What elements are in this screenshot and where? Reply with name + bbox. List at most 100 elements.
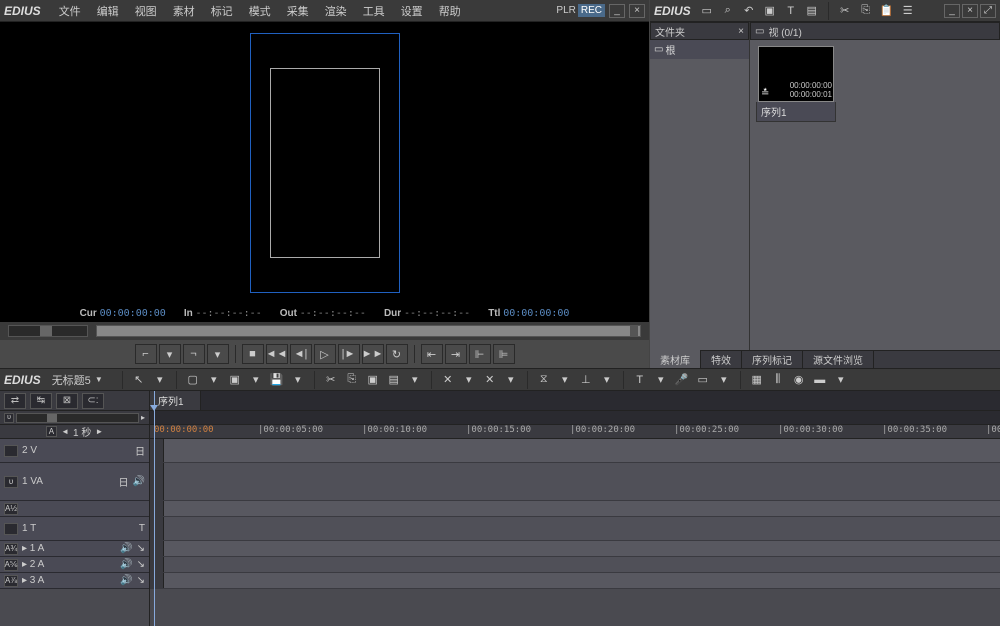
menu-marker[interactable]: 标记 xyxy=(205,1,239,21)
track-badge[interactable] xyxy=(4,523,18,535)
timeline-content[interactable]: 序列1 00:00:00:00|00:00:05:00|00:00:10:00|… xyxy=(150,391,1000,626)
ripple-del-icon[interactable]: ✕ xyxy=(481,372,499,388)
menu-view[interactable]: 视图 xyxy=(129,1,163,21)
new-folder-icon[interactable]: ▣ xyxy=(761,3,779,19)
close-button[interactable]: × xyxy=(629,4,645,18)
paste-icon[interactable]: 📋 xyxy=(878,3,896,19)
text-icon[interactable]: T xyxy=(782,3,800,19)
copy-icon[interactable]: ⎘ xyxy=(343,372,361,388)
track-lane[interactable] xyxy=(150,517,1000,541)
delete-icon[interactable]: ✕ xyxy=(439,372,457,388)
track-lane[interactable] xyxy=(150,439,1000,463)
track-lane[interactable] xyxy=(150,557,1000,573)
menu-help[interactable]: 帮助 xyxy=(433,1,467,21)
search-icon[interactable]: ⌕ xyxy=(719,3,737,19)
folder-tab-close[interactable]: × xyxy=(738,26,744,37)
next-frame-button[interactable]: |► xyxy=(338,344,360,364)
track-header[interactable]: A⅚▸ 2 A🔊↘ xyxy=(0,557,149,573)
loop-button[interactable]: ↻ xyxy=(386,344,408,364)
track-header[interactable]: 1 TT xyxy=(0,517,149,541)
menu-file[interactable]: 文件 xyxy=(53,1,87,21)
mode-sync[interactable]: ⊠ xyxy=(56,393,78,409)
track-header[interactable]: A⅞▸ 3 A🔊↘ xyxy=(0,573,149,589)
replace-icon[interactable]: ▤ xyxy=(385,372,403,388)
mode-overwrite[interactable]: ↹ xyxy=(30,393,52,409)
dropdown[interactable]: ▾ xyxy=(406,372,424,388)
tree-root[interactable]: ▭ 根 xyxy=(650,40,749,59)
trim-icon[interactable]: ⊥ xyxy=(577,372,595,388)
ruler-marker-row[interactable] xyxy=(150,411,1000,425)
cut-icon[interactable]: ✂ xyxy=(836,3,854,19)
ripple-button[interactable]: ⊩ xyxy=(469,344,491,364)
rewind-button[interactable]: ◄◄ xyxy=(266,344,288,364)
scale-badge[interactable]: υ xyxy=(4,413,14,423)
track-badge[interactable] xyxy=(4,445,18,457)
dropdown-out[interactable]: ▾ xyxy=(207,344,229,364)
shuttle-slider[interactable] xyxy=(8,325,88,337)
folder-icon[interactable]: ▭ xyxy=(698,3,716,19)
track-badge[interactable]: A¾ xyxy=(4,543,18,555)
scale-slider[interactable] xyxy=(16,413,139,423)
mode-ripple[interactable]: ⊂: xyxy=(82,393,104,409)
menu-edit[interactable]: 编辑 xyxy=(91,1,125,21)
preview-viewport[interactable] xyxy=(0,22,649,304)
project-title[interactable]: 无标题5▼ xyxy=(52,372,103,388)
menu-settings[interactable]: 设置 xyxy=(395,1,429,21)
dur-value[interactable]: --:--:--:-- xyxy=(404,308,470,319)
bin-minimize[interactable]: _ xyxy=(944,4,960,18)
clip-item[interactable]: ≛ 00:00:00:00 00:00:00:01 序列1 xyxy=(756,46,836,122)
menu-capture[interactable]: 采集 xyxy=(281,1,315,21)
menu-mode[interactable]: 模式 xyxy=(243,1,277,21)
tab-markers[interactable]: 序列标记 xyxy=(742,350,803,369)
clip-label[interactable]: 序列1 xyxy=(756,102,836,122)
track-header[interactable]: A¾▸ 1 A🔊↘ xyxy=(0,541,149,557)
menu-clip[interactable]: 素材 xyxy=(167,1,201,21)
track-badge[interactable]: A⅞ xyxy=(4,575,18,587)
scale-fit[interactable]: ▸ xyxy=(141,413,145,422)
monitor-icon[interactable]: ▭ xyxy=(694,372,712,388)
mixer-icon[interactable]: ⫼ xyxy=(769,372,787,388)
dropdown[interactable]: ▾ xyxy=(832,372,850,388)
tab-browser[interactable]: 源文件浏览 xyxy=(803,350,874,369)
track-lane[interactable] xyxy=(150,463,1000,501)
fforward-button[interactable]: ►► xyxy=(362,344,384,364)
out-value[interactable]: --:--:--:-- xyxy=(300,308,366,319)
track-lane[interactable] xyxy=(150,501,1000,517)
set-in-button[interactable]: ⌐ xyxy=(135,344,157,364)
save-icon[interactable]: 💾 xyxy=(268,372,286,388)
bin-close[interactable]: × xyxy=(962,4,978,18)
menu-render[interactable]: 渲染 xyxy=(319,1,353,21)
in-value[interactable]: --:--:--:-- xyxy=(195,308,261,319)
time-unit-label[interactable]: 1 秒 xyxy=(73,424,91,439)
dropdown[interactable]: ▾ xyxy=(715,372,733,388)
minimize-button[interactable]: _ xyxy=(609,4,625,18)
track-badge[interactable]: A⅚ xyxy=(4,559,18,571)
playhead[interactable] xyxy=(154,391,155,626)
overwrite-button[interactable]: ⊫ xyxy=(493,344,515,364)
tab-library[interactable]: 素材库 xyxy=(650,350,701,369)
layout-icon[interactable]: ▬ xyxy=(811,372,829,388)
next-edit-button[interactable]: ⇥ xyxy=(445,344,467,364)
grid-icon[interactable]: ▦ xyxy=(748,372,766,388)
up-icon[interactable]: ↶ xyxy=(740,3,758,19)
track-toggle-icon[interactable]: ↘ xyxy=(137,543,145,554)
track-toggle-icon[interactable]: 🔊 xyxy=(133,476,145,487)
track-header[interactable]: 2 V日 xyxy=(0,439,149,463)
cursor-tool[interactable]: ↖ xyxy=(130,372,148,388)
new-seq-icon[interactable]: ▢ xyxy=(184,372,202,388)
mode-insert[interactable]: ⇄ xyxy=(4,393,26,409)
track-toggle-icon[interactable]: 🔊 xyxy=(120,575,132,586)
play-button[interactable]: ▷ xyxy=(314,344,336,364)
tab-effects[interactable]: 特效 xyxy=(701,350,742,369)
scope-icon[interactable]: ◉ xyxy=(790,372,808,388)
dropdown[interactable]: ▾ xyxy=(289,372,307,388)
dropdown[interactable]: ▾ xyxy=(247,372,265,388)
track-badge[interactable]: A½ xyxy=(4,503,18,515)
track-header[interactable]: υ1 VA日🔊 xyxy=(0,463,149,501)
view-icon[interactable]: ▤ xyxy=(803,3,821,19)
prev-edit-button[interactable]: ⇤ xyxy=(421,344,443,364)
track-toggle-icon[interactable]: 日 xyxy=(135,443,145,458)
track-toggle-icon[interactable]: T xyxy=(139,523,145,534)
copy-icon[interactable]: ⎘ xyxy=(857,3,875,19)
ttl-value[interactable]: 00:00:00:00 xyxy=(503,308,569,319)
